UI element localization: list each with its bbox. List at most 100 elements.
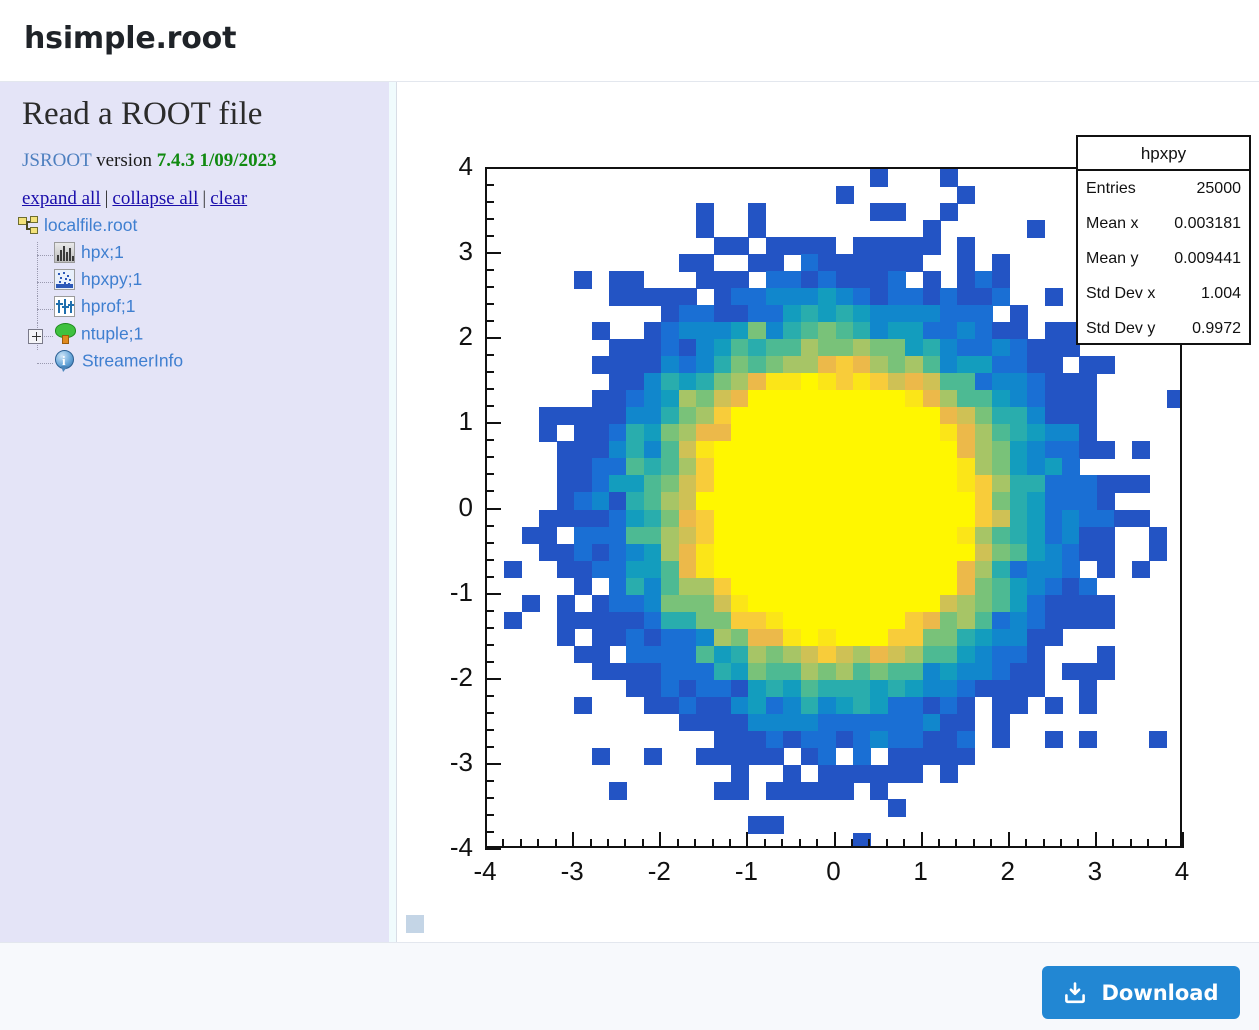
heatmap-bin: [783, 594, 802, 613]
heatmap-bin: [870, 271, 889, 289]
heatmap-bin: [835, 713, 854, 732]
heatmap-bin: [887, 237, 906, 255]
heatmap-bin: [974, 441, 993, 460]
y-major-tick: [485, 848, 501, 850]
clear-link[interactable]: clear: [210, 188, 247, 209]
heatmap-bin: [730, 781, 749, 800]
heatmap-bin: [730, 390, 749, 408]
y-major-tick: [485, 762, 501, 765]
sidebar-divider[interactable]: [389, 82, 397, 942]
x-major-tick: [1094, 832, 1097, 848]
heatmap-bin: [1009, 492, 1028, 511]
heatmap-bin: [643, 407, 662, 425]
heatmap-bin: [905, 594, 924, 613]
heatmap-bin: [730, 458, 749, 477]
heatmap-bin: [922, 543, 941, 562]
heatmap-bin: [957, 747, 976, 766]
download-button[interactable]: Download: [1042, 966, 1240, 1019]
heatmap-bin: [643, 696, 662, 715]
heatmap-bin: [696, 339, 715, 357]
expand-all-link[interactable]: expand all: [22, 188, 101, 209]
heatmap-bin: [713, 543, 732, 562]
y-minor-tick: [485, 286, 494, 289]
heatmap-bin: [1062, 662, 1081, 681]
heatmap-bin: [992, 441, 1011, 460]
heatmap-bin: [957, 254, 976, 272]
histogram-plot[interactable]: py vs px -4-3-2-10123443210-1-2-3-4 hpxp…: [398, 82, 1259, 942]
heatmap-bin: [922, 220, 941, 238]
heatmap-bin: [992, 390, 1011, 408]
expand-ntuple-button[interactable]: [28, 329, 43, 344]
heatmap-bin: [922, 390, 941, 408]
heatmap-bin: [800, 237, 819, 255]
heatmap-bin: [783, 781, 802, 800]
heatmap-bin: [1009, 543, 1028, 562]
heatmap-bin: [1009, 611, 1028, 630]
heatmap-bin: [556, 594, 575, 613]
heatmap-bin: [818, 696, 837, 715]
heatmap-bin: [922, 747, 941, 766]
heatmap-bin: [626, 509, 645, 528]
stats-key: Std Dev x: [1086, 285, 1156, 302]
heatmap-bin: [661, 645, 680, 664]
heatmap-bin: [591, 645, 610, 664]
y-minor-tick: [485, 813, 494, 816]
tree-item-localfile-root[interactable]: localfile.root: [18, 215, 378, 242]
heatmap-bin: [887, 764, 906, 783]
heatmap-bin: [818, 764, 837, 783]
heatmap-bin: [940, 543, 959, 562]
heatmap-bin: [591, 560, 610, 579]
tree-item-hprof[interactable]: hprof;1: [18, 296, 378, 323]
y-tick-label: 3: [458, 236, 473, 267]
statistics-box[interactable]: hpxpy Entries 25000 Mean x 0.003181 Mean…: [1076, 135, 1251, 345]
heatmap-bin: [800, 373, 819, 391]
heatmap-bin: [992, 492, 1011, 511]
heatmap-bin: [591, 441, 610, 460]
heatmap-bin: [730, 764, 749, 783]
heatmap-bin: [974, 475, 993, 494]
heatmap-bin: [940, 696, 959, 715]
heatmap-bin: [957, 645, 976, 664]
heatmap-bin: [1096, 492, 1115, 511]
resize-handle[interactable]: [406, 915, 424, 933]
heatmap-bin: [852, 509, 871, 528]
heatmap-bin: [608, 288, 627, 306]
tree-item-streamerinfo[interactable]: i StreamerInfo: [18, 350, 378, 377]
histogram-1d-icon: [54, 242, 75, 263]
heatmap-bin: [1009, 594, 1028, 613]
heatmap-bin: [800, 526, 819, 545]
heatmap-bin: [905, 407, 924, 425]
collapse-all-link[interactable]: collapse all: [112, 188, 198, 209]
heatmap-bin: [643, 390, 662, 408]
heatmap-bin: [1079, 594, 1098, 613]
heatmap-bin: [1149, 526, 1168, 545]
heatmap-bin: [661, 560, 680, 579]
heatmap-bin: [574, 560, 593, 579]
heatmap-bin: [974, 407, 993, 425]
heatmap-bin: [730, 577, 749, 596]
heatmap-bin: [713, 526, 732, 545]
heatmap-bin: [1079, 543, 1098, 562]
heatmap-bin: [678, 543, 697, 562]
heatmap-bin: [1044, 339, 1063, 357]
x-minor-tick: [798, 839, 801, 848]
heatmap-bin: [783, 475, 802, 494]
y-minor-tick: [485, 711, 494, 714]
x-tick-label: 2: [1000, 856, 1015, 886]
heatmap-bin: [783, 407, 802, 425]
heatmap-bin: [1027, 373, 1046, 391]
heatmap-bin: [1044, 390, 1063, 408]
heatmap-bin: [661, 696, 680, 715]
tree-item-hpx[interactable]: hpx;1: [18, 242, 378, 269]
heatmap-bin: [800, 730, 819, 749]
heatmap-bin: [1062, 526, 1081, 545]
tree-item-hpxpy[interactable]: hpxpy;1: [18, 269, 378, 296]
heatmap-bin: [678, 594, 697, 613]
heatmap-bin: [748, 662, 767, 681]
heatmap-bin: [661, 662, 680, 681]
y-minor-tick: [485, 320, 494, 323]
heatmap-bin: [730, 628, 749, 647]
tree-item-ntuple[interactable]: ntuple;1: [18, 323, 378, 350]
heatmap-bin: [608, 492, 627, 511]
x-minor-tick: [903, 839, 906, 848]
